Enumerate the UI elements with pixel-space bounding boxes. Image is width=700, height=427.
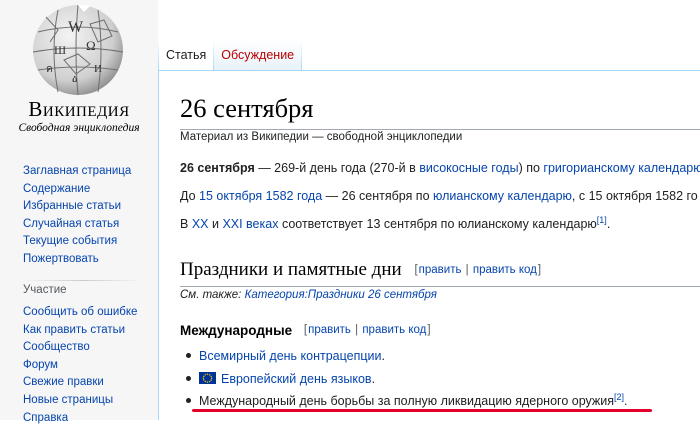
- reference-1[interactable]: [1]: [597, 215, 607, 225]
- edit-section-link[interactable]: править: [419, 264, 462, 276]
- edit-bracket: ]: [537, 264, 542, 276]
- eu-flag-icon[interactable]: [199, 372, 216, 384]
- section-heading-holidays: Праздники и памятные дни [править | прав…: [180, 258, 541, 282]
- link-20th-century[interactable]: XX: [192, 217, 209, 231]
- intro-text: , с 15 октября 1582 го: [571, 189, 698, 203]
- list-item: Всемирный день контрацепции.: [180, 348, 385, 365]
- link-gregorian-calendar[interactable]: григорианскому календарю: [543, 161, 700, 175]
- logo-tagline: Свободная энциклопедия: [18, 122, 140, 134]
- sidebar-item-main-page[interactable]: Заглавная страница: [23, 163, 131, 181]
- list-item-suffix: .: [371, 372, 376, 386]
- list-item-suffix: .: [624, 394, 628, 408]
- intro-text: В: [180, 217, 192, 231]
- svg-text:Ω: Ω: [86, 38, 96, 53]
- sidebar-item-random[interactable]: Случайная статья: [23, 216, 131, 234]
- edit-source-link[interactable]: править код: [473, 264, 537, 276]
- sidebar-item-donate[interactable]: Пожертвовать: [23, 251, 131, 269]
- sidebar-divider: [23, 280, 143, 281]
- list-item-text-nuclear-weapons-day: Международный день борьбы за полную ликв…: [199, 394, 615, 408]
- subsection-title: Международные: [180, 323, 293, 338]
- link-october-15-1582[interactable]: 15 октября 1582 года: [199, 189, 322, 203]
- edit-subsection-link[interactable]: править: [308, 324, 351, 336]
- intro-text: соответствует 13 сентября по юлианскому …: [278, 217, 597, 231]
- intro-text: До: [180, 189, 200, 203]
- edit-subsection-source-link[interactable]: править код: [362, 324, 426, 336]
- bullet-icon: [186, 353, 191, 359]
- bullet-icon: [186, 398, 191, 404]
- svg-text:И: И: [94, 63, 102, 75]
- edit-bracket: [: [303, 324, 308, 336]
- link-21st-century[interactable]: XXI веках: [222, 217, 278, 231]
- sidebar-item-how-to-edit[interactable]: Как править статьи: [23, 322, 137, 340]
- intro-paragraph-3: В XX и XXI веках соответствует 13 сентяб…: [180, 215, 611, 233]
- subsection-edit-links: [править | править код]: [304, 324, 431, 336]
- link-julian-calendar[interactable]: юлианскому календарю: [433, 189, 572, 203]
- sidebar-item-report-error[interactable]: Сообщить об ошибке: [23, 304, 137, 322]
- svg-text:Ш: Ш: [54, 43, 66, 57]
- sidebar-item-new-pages[interactable]: Новые страницы: [23, 392, 137, 410]
- sidebar-participation: Сообщить об ошибке Как править статьи Со…: [23, 304, 137, 427]
- tab-talk[interactable]: Обсуждение: [214, 40, 302, 70]
- see-also-note: См. также: Категория:Праздники 26 сентяб…: [180, 289, 437, 301]
- subsection-heading-international: Международные [править | править код]: [180, 323, 431, 338]
- svg-text:ዕ: ዕ: [72, 73, 77, 85]
- sidebar-navigation: Заглавная страница Содержание Избранные …: [23, 163, 131, 269]
- sidebar-item-featured[interactable]: Избранные статьи: [23, 198, 131, 216]
- link-world-contraception-day[interactable]: Всемирный день контрацепции: [199, 349, 382, 363]
- title-divider: [180, 129, 700, 130]
- sidebar-item-forum[interactable]: Форум: [23, 357, 137, 375]
- list-item: Европейский день языков.: [180, 371, 375, 388]
- edit-bracket: ]: [427, 324, 431, 336]
- sidebar-item-current-events[interactable]: Текущие события: [23, 233, 131, 251]
- list-item-suffix: .: [381, 349, 385, 363]
- link-european-day-of-languages[interactable]: Европейский день языков: [221, 372, 372, 386]
- section-edit-links: [править | править код]: [414, 264, 541, 276]
- intro-bold-term: 26 сентября: [180, 161, 255, 175]
- sidebar-item-community[interactable]: Сообщество: [23, 339, 137, 357]
- sidebar-item-contents[interactable]: Содержание: [23, 181, 131, 199]
- svg-text:ค: ค: [46, 64, 53, 75]
- intro-text: ) по: [518, 161, 544, 175]
- wikipedia-globe-icon: W Ω Ш И ዕ ค: [32, 4, 124, 96]
- sidebar-item-help[interactable]: Справка: [23, 410, 137, 427]
- edit-separator: |: [465, 264, 469, 276]
- intro-paragraph-1: 26 сентября — 269-й день года (270-й в в…: [180, 160, 700, 177]
- intro-paragraph-2: До 15 октября 1582 года — 26 сентября по…: [180, 188, 698, 205]
- page-tabs: Статья Обсуждение: [158, 40, 303, 70]
- section-title: Праздники и памятные дни: [180, 259, 402, 280]
- reference-2[interactable]: [2]: [614, 392, 624, 402]
- intro-text: .: [606, 217, 611, 231]
- svg-text:W: W: [68, 19, 84, 36]
- link-category-holidays[interactable]: Категория:Праздники 26 сентября: [245, 289, 437, 301]
- logo-wordmark: Википедия: [28, 97, 130, 121]
- content-area: 26 сентября Материал из Википедии — своб…: [158, 70, 700, 420]
- link-leap-years[interactable]: високосные годы: [419, 161, 518, 175]
- see-also-prefix: См. также:: [180, 289, 245, 301]
- site-subtitle: Материал из Википедии — свободной энцикл…: [180, 131, 463, 143]
- intro-text: — 269-й день года (270-й в: [254, 161, 420, 175]
- wikipedia-logo[interactable]: W Ω Ш И ዕ ค Википедия Свободная энциклоп…: [0, 0, 158, 140]
- bullet-icon: [186, 376, 191, 382]
- intro-text: — 26 сентября по: [322, 189, 433, 203]
- highlight-underline: [192, 409, 652, 412]
- edit-bracket: [: [414, 264, 418, 276]
- sidebar-heading-participation: Участие: [23, 284, 67, 296]
- page-title: 26 сентября: [180, 93, 314, 123]
- intro-text: и: [208, 217, 223, 231]
- tab-article[interactable]: Статья: [159, 40, 214, 70]
- sidebar-item-recent-changes[interactable]: Свежие правки: [23, 374, 137, 392]
- sidebar: W Ω Ш И ዕ ค Википедия Свободная энциклоп…: [0, 0, 158, 424]
- edit-separator: |: [355, 324, 359, 336]
- section-divider: [180, 286, 700, 287]
- list-item: Международный день борьбы за полную ликв…: [180, 392, 628, 410]
